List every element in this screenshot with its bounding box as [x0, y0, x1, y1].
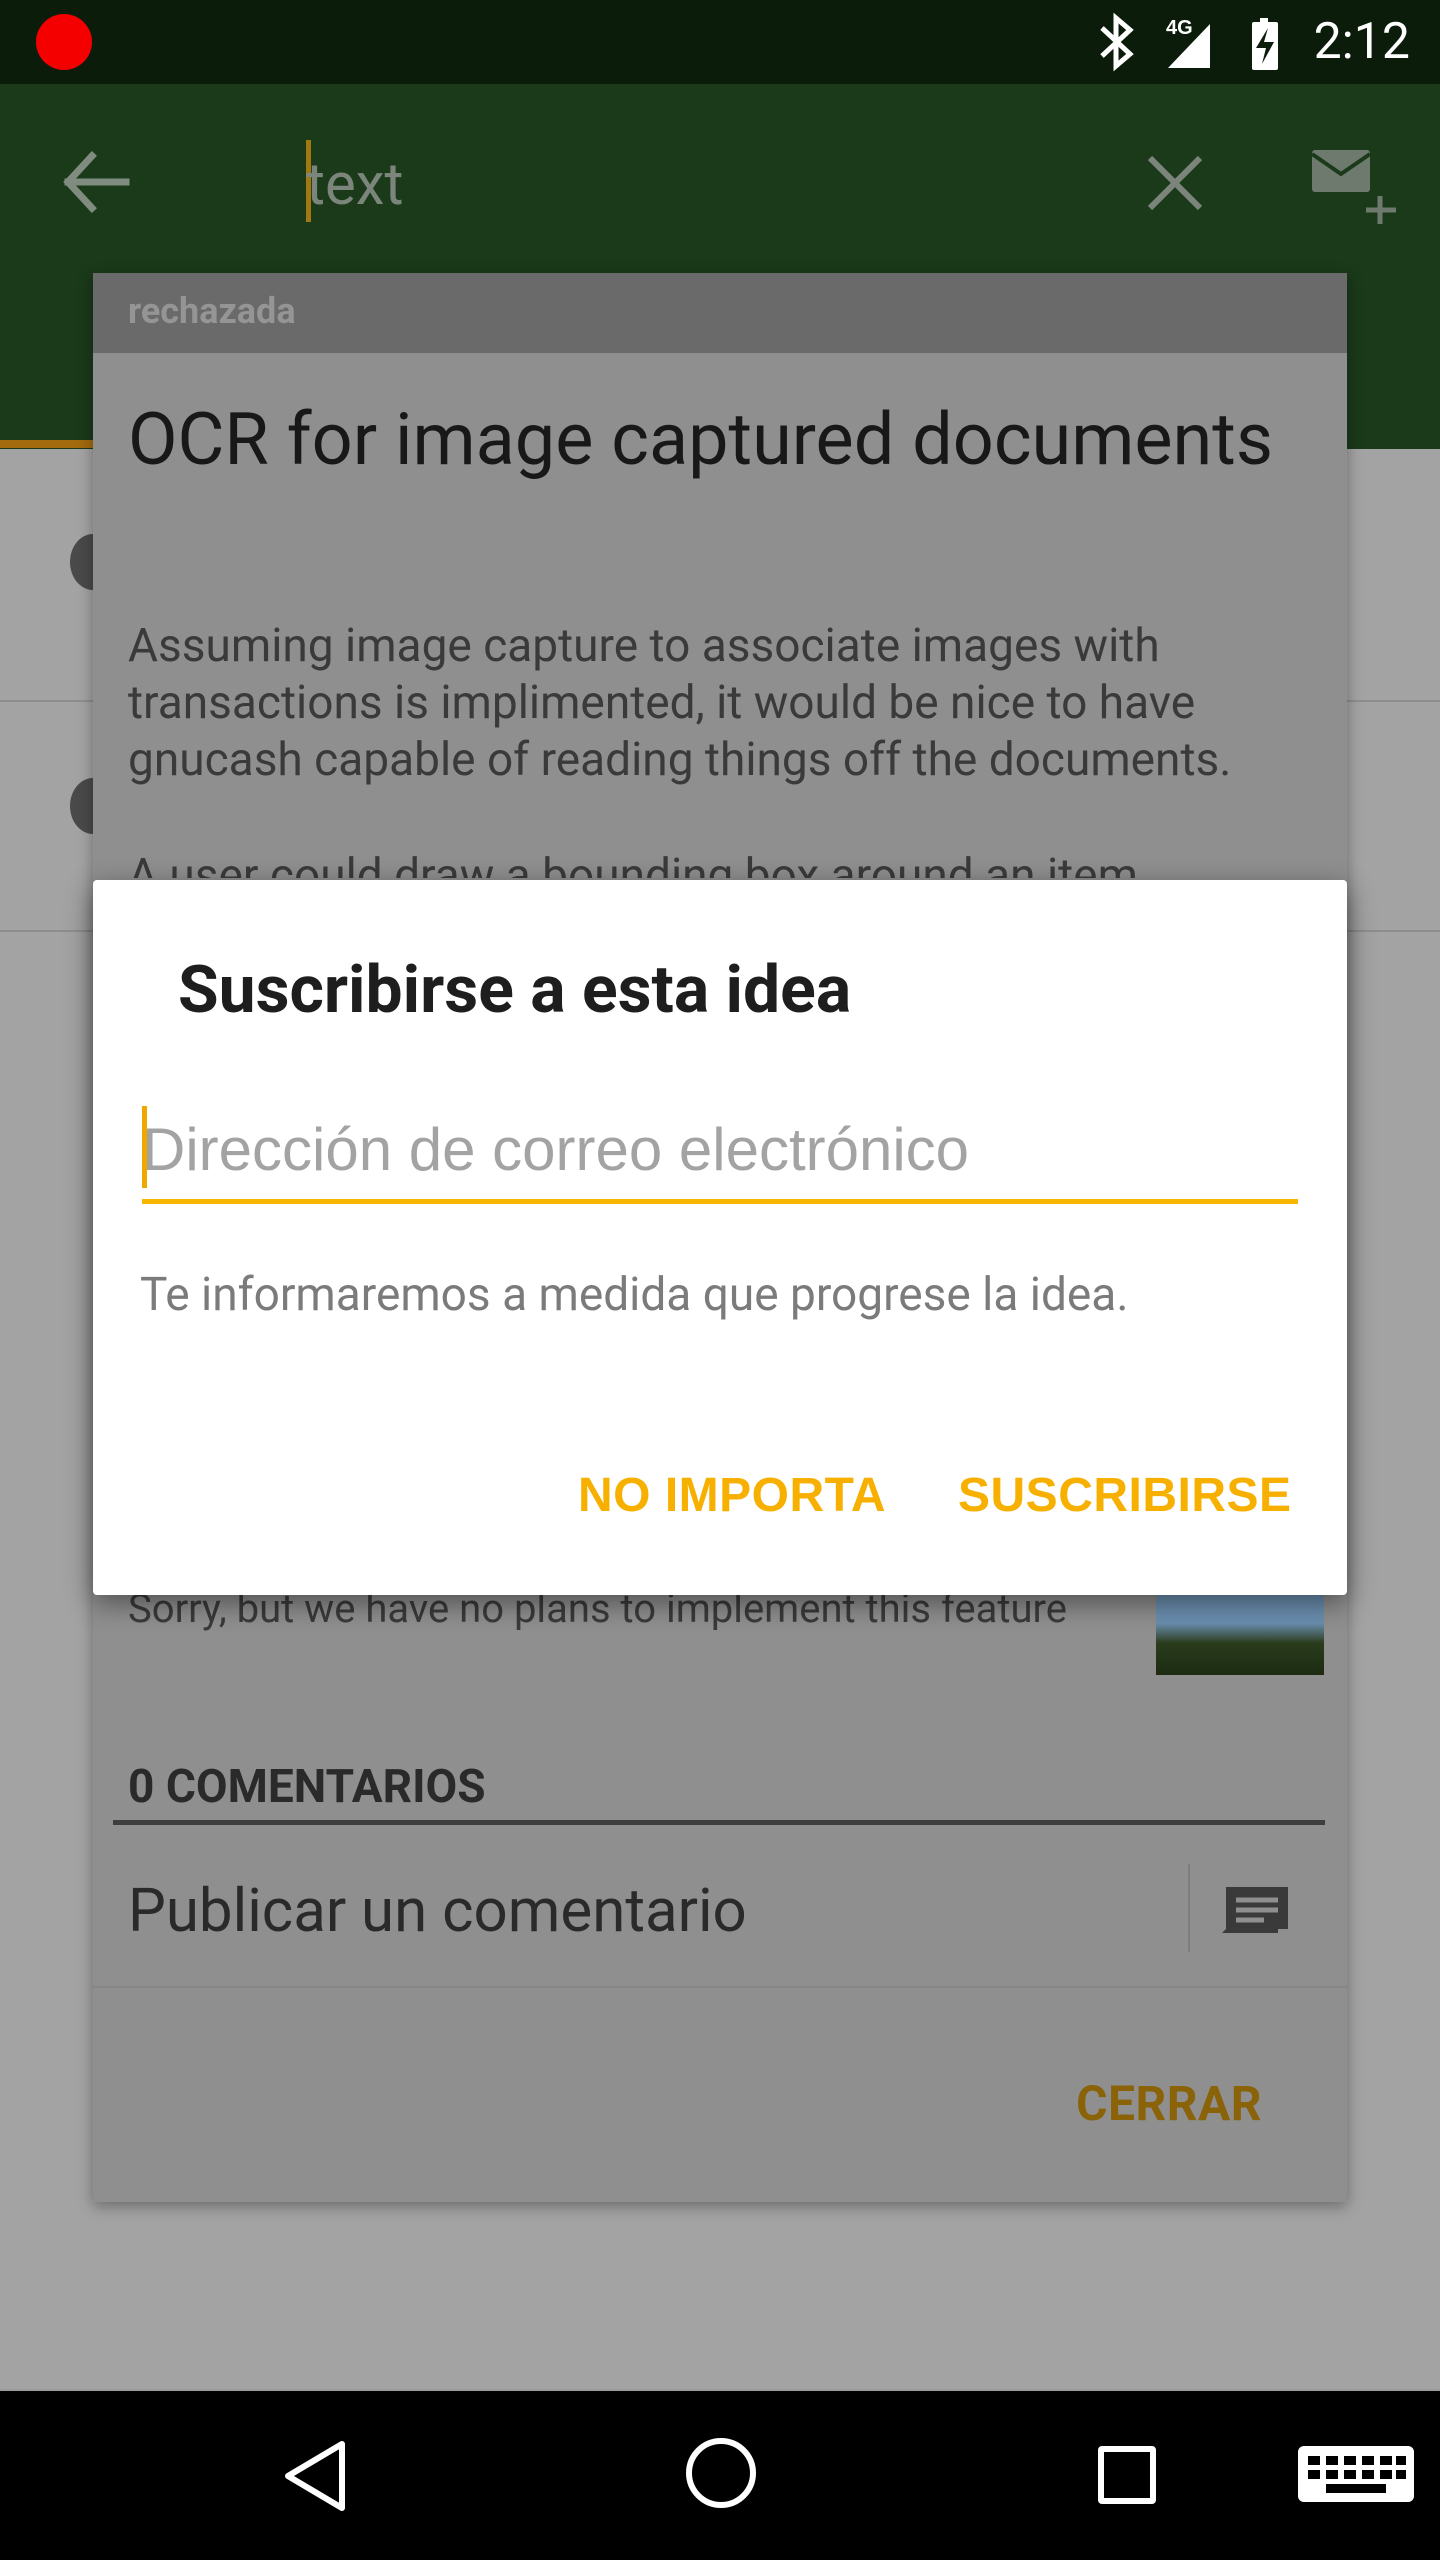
signal-icon: 4G	[1166, 17, 1210, 68]
status-badge: rechazada	[128, 290, 296, 332]
email-caret	[142, 1106, 147, 1188]
comment-icon[interactable]	[1222, 1885, 1292, 1933]
comments-header: 0 COMENTARIOS	[128, 1760, 486, 1814]
nav-recents-icon[interactable]	[1098, 2446, 1156, 2504]
close-button[interactable]: CERRAR	[1076, 2075, 1262, 2132]
mail-add-icon[interactable]	[1308, 140, 1404, 224]
search-input[interactable]: text	[306, 145, 403, 225]
status-time: 2:12	[1313, 13, 1410, 71]
network-type: 4G	[1166, 17, 1193, 39]
comment-separator	[1188, 1864, 1190, 1952]
idea-title: OCR for image captured documents	[128, 397, 1274, 482]
bluetooth-icon	[1100, 12, 1134, 72]
record-dot-icon	[36, 14, 92, 70]
subscribe-button[interactable]: SUSCRIBIRSE	[958, 1468, 1292, 1523]
admin-avatar	[1156, 1595, 1324, 1675]
idea-description-more: A user could draw a bounding box around …	[128, 849, 1138, 878]
battery-charging-icon	[1252, 18, 1278, 70]
idea-description: Assuming image capture to associate imag…	[128, 619, 1232, 787]
comment-divider	[93, 1986, 1347, 1988]
nav-home-icon[interactable]	[686, 2438, 756, 2508]
close-icon[interactable]	[1140, 148, 1210, 218]
email-field[interactable]	[142, 1100, 1298, 1204]
back-arrow-icon[interactable]	[56, 140, 140, 224]
dialog-title: Suscribirse a esta idea	[178, 952, 852, 1029]
dialog-message: Te informaremos a medida que progrese la…	[140, 1268, 1129, 1322]
nav-back-icon[interactable]	[280, 2438, 352, 2514]
comments-divider	[113, 1820, 1325, 1825]
keyboard-icon[interactable]	[1298, 2446, 1414, 2502]
tab-indicator	[0, 440, 94, 448]
status-icons: 4G	[1100, 12, 1278, 72]
comment-input[interactable]: Publicar un comentario	[128, 1875, 747, 1946]
cancel-button[interactable]: NO IMPORTA	[578, 1468, 886, 1523]
